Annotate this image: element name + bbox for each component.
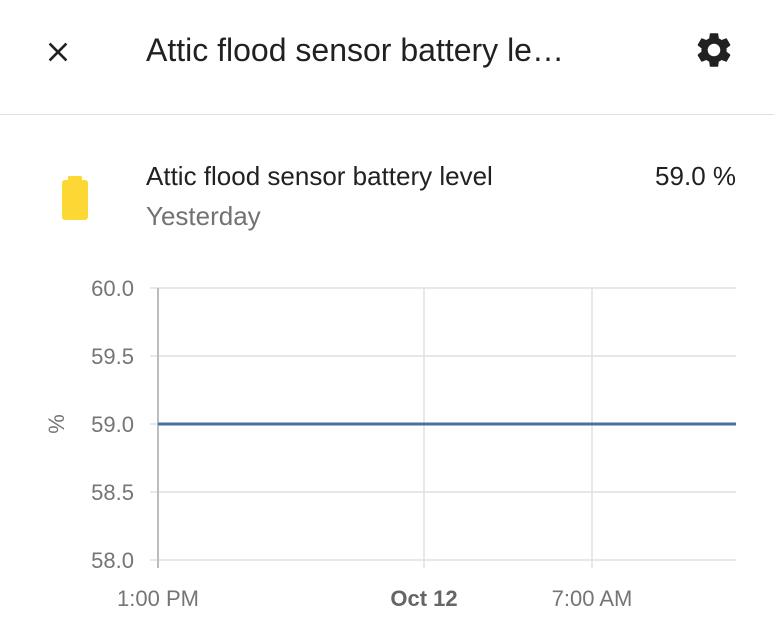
dialog-header: Attic flood sensor battery le… [0,0,774,115]
x-tick-label: Oct 12 [390,586,457,611]
y-tick-label: 60.0 [91,276,134,301]
settings-button[interactable] [686,22,742,78]
x-tick-label: 7:00 AM [552,586,633,611]
y-tick-label: 59.5 [91,344,134,369]
x-tick-label: 1:00 PM [117,586,199,611]
dialog-title: Attic flood sensor battery le… [146,32,564,68]
entity-name: Attic flood sensor battery level [146,161,493,191]
gear-icon [697,33,731,67]
entity-row: Attic flood sensor battery level Yesterd… [0,150,774,240]
y-tick-label: 58.0 [91,548,134,573]
y-axis-label: % [44,414,69,434]
y-tick-label: 58.5 [91,480,134,505]
entity-last-changed: Yesterday [146,201,261,231]
entity-state: 59.0 % [655,161,736,191]
close-icon [48,42,68,62]
battery-icon [62,176,88,220]
history-chart: 60.0 59.5 59.0 58.5 58.0 1:00 PM Oct 12 7:00 AM… [44,276,736,611]
close-button[interactable] [30,24,86,80]
y-tick-label: 59.0 [91,412,134,437]
